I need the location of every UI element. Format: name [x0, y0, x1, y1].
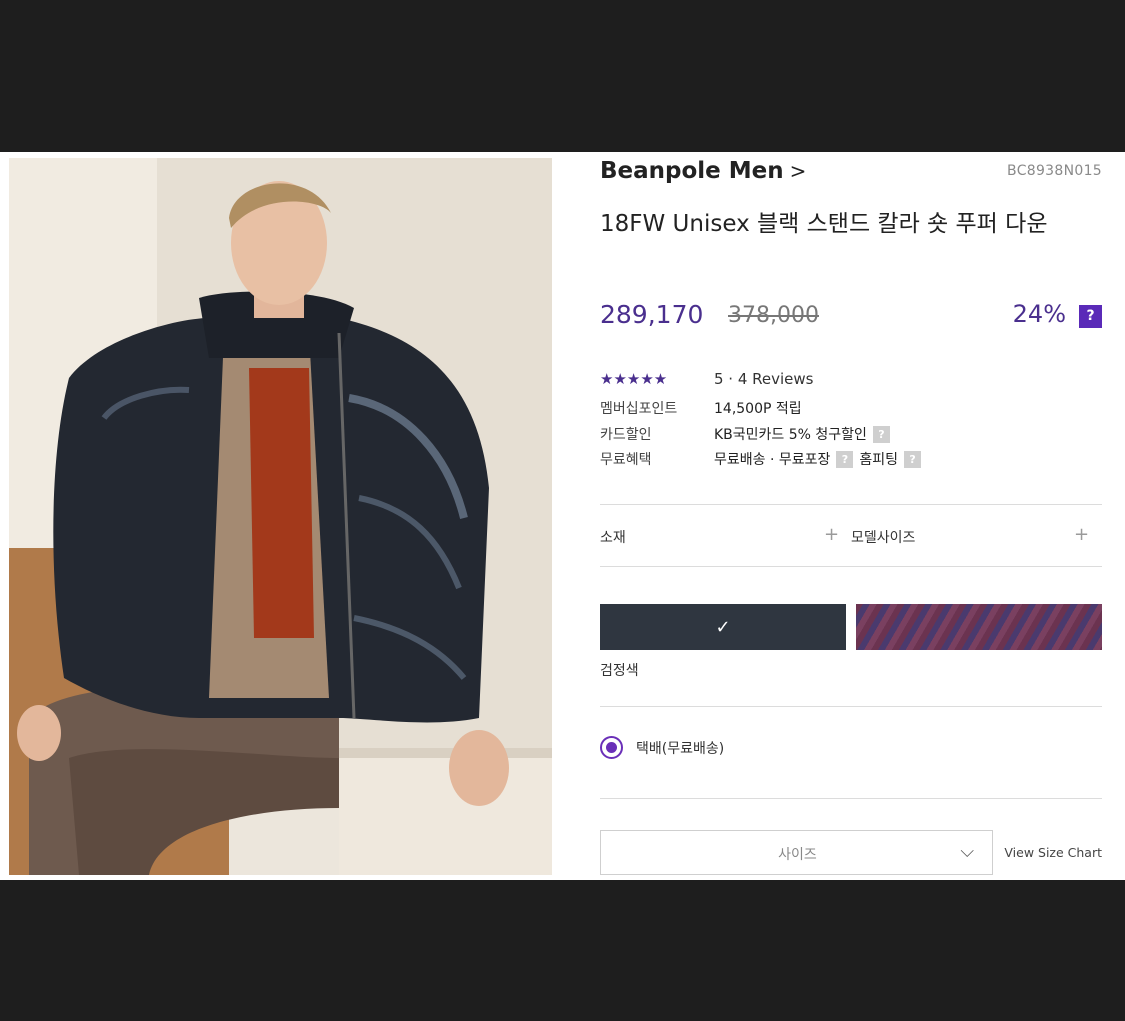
- help-icon[interactable]: ?: [904, 450, 922, 468]
- product-photo: [9, 158, 552, 875]
- benefit-label: 멤버십포인트: [600, 401, 678, 417]
- delivery-radio[interactable]: [600, 736, 623, 759]
- chevron-down-icon: ⌵: [960, 841, 974, 862]
- chevron-right-icon: >: [789, 159, 807, 183]
- delivery-option-label[interactable]: 택배(무료배송): [636, 738, 724, 758]
- check-icon: ✓: [715, 616, 731, 638]
- size-select-placeholder: 사이즈: [778, 847, 817, 863]
- product-title: 18FW Unisex 블랙 스탠드 칼라 숏 푸퍼 다운: [600, 211, 1048, 237]
- review-count-link[interactable]: 5 · 4 Reviews: [714, 370, 814, 388]
- model-size-accordion[interactable]: 모델사이즈: [851, 527, 915, 547]
- card-discount-value: KB국민카드 5% 청구할인: [714, 427, 867, 443]
- benefit-value: 14,500P 적립: [714, 398, 802, 418]
- product-sku: BC8938N015: [1007, 163, 1102, 179]
- divider: [600, 798, 1102, 799]
- benefit-label: 무료혜택: [600, 452, 652, 468]
- help-icon[interactable]: ?: [872, 425, 890, 443]
- product-info: Beanpole Men > BC8938N015 18FW Unisex 블랙…: [600, 152, 1102, 880]
- color-swatch-black[interactable]: ✓: [600, 604, 846, 650]
- divider: [600, 504, 1102, 505]
- discount-help-icon[interactable]: ?: [1079, 305, 1102, 328]
- star-rating-icon: ★★★★★: [600, 370, 668, 388]
- plus-icon[interactable]: +: [1074, 524, 1089, 545]
- home-fitting-value: 홈피팅: [859, 452, 899, 468]
- benefit-value: 무료배송 · 무료포장 ? 홈피팅 ?: [714, 449, 922, 469]
- points-value: 14,500P 적립: [714, 401, 802, 417]
- help-icon[interactable]: ?: [836, 450, 854, 468]
- original-price: 378,000: [728, 303, 819, 328]
- brand-link[interactable]: Beanpole Men >: [600, 158, 806, 184]
- brand-name: Beanpole Men: [600, 158, 784, 184]
- material-accordion[interactable]: 소재: [600, 527, 626, 547]
- divider: [600, 566, 1102, 567]
- plus-icon[interactable]: +: [824, 524, 839, 545]
- discount-rate: 24%: [1012, 300, 1066, 328]
- benefit-label: 카드할인: [600, 427, 652, 443]
- benefit-value: KB국민카드 5% 청구할인 ?: [714, 424, 890, 444]
- product-image: [9, 158, 552, 875]
- sale-price: 289,170: [600, 300, 704, 329]
- selected-color-name: 검정색: [600, 663, 639, 679]
- divider: [600, 706, 1102, 707]
- color-swatch-purple[interactable]: [856, 604, 1102, 650]
- size-select[interactable]: 사이즈 ⌵: [600, 830, 993, 875]
- free-benefit-value: 무료배송 · 무료포장: [714, 452, 831, 468]
- size-chart-link[interactable]: View Size Chart: [1004, 845, 1102, 860]
- product-page: Beanpole Men > BC8938N015 18FW Unisex 블랙…: [0, 152, 1125, 880]
